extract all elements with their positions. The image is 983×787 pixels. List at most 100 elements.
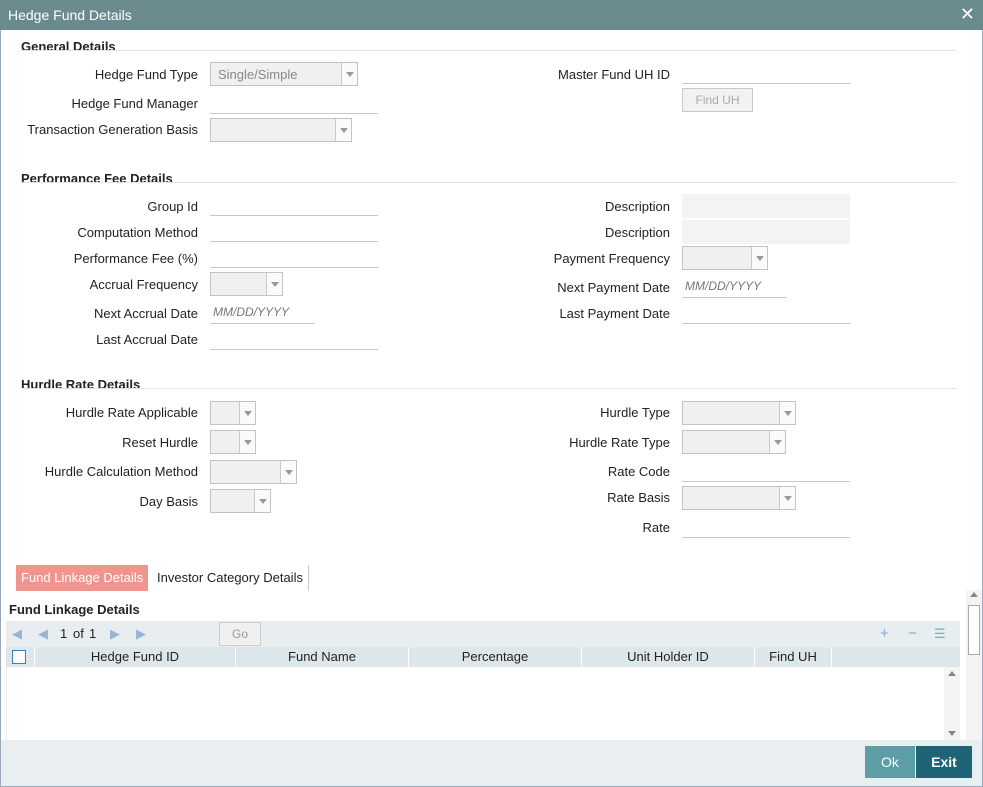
last-page-icon[interactable]: ▶ — [136, 621, 146, 647]
list-view-icon[interactable]: ☰ — [934, 621, 946, 647]
last-accrual-date-input[interactable] — [210, 326, 378, 350]
grid-body — [6, 667, 944, 740]
page-total: 1 — [89, 626, 97, 641]
section-title-performance: Performance Fee Details — [21, 171, 173, 186]
next-payment-date-label: Next Payment Date — [557, 280, 670, 295]
reset-hurdle-select[interactable] — [210, 430, 256, 454]
master-fund-uh-id-input[interactable] — [682, 60, 850, 84]
close-icon[interactable]: ✕ — [960, 4, 975, 24]
ok-button[interactable]: Ok — [865, 746, 915, 778]
chevron-down-icon — [779, 487, 795, 509]
hurdle-type-label: Hurdle Type — [600, 405, 670, 420]
grid-toolbar: ◀​ ◀ 1 of 1 ▶ ▶ Go + − ☰ — [6, 621, 960, 647]
next-accrual-date-label: Next Accrual Date — [93, 306, 198, 321]
rate-code-label: Rate Code — [607, 464, 670, 479]
description-label-2: Description — [604, 225, 670, 240]
delete-row-icon[interactable]: − — [908, 621, 917, 647]
rate-basis-select[interactable] — [682, 486, 796, 510]
grid-header: Hedge Fund ID Fund Name Percentage Unit … — [6, 647, 960, 667]
column-header[interactable]: Hedge Fund ID — [35, 647, 236, 667]
payment-frequency-select[interactable] — [682, 246, 768, 270]
group-id-input[interactable] — [210, 192, 378, 216]
grid-scrollbar[interactable] — [944, 667, 960, 740]
column-header[interactable]: Find UH — [755, 647, 832, 667]
description-label: Description — [604, 199, 670, 214]
hurdle-calculation-method-label: Hurdle Calculation Method — [44, 464, 198, 479]
computation-method-input[interactable] — [210, 218, 378, 242]
master-fund-uh-id-label: Master Fund UH ID — [558, 67, 670, 82]
column-header[interactable]: Fund Name — [236, 647, 409, 667]
scroll-up-icon[interactable] — [970, 592, 978, 597]
hurdle-type-select[interactable] — [682, 401, 796, 425]
performance-fee-input[interactable] — [210, 244, 378, 268]
chevron-down-icon — [266, 273, 282, 295]
page-of: of — [73, 626, 84, 641]
chevron-down-icon — [280, 461, 296, 483]
scrollbar-thumb[interactable] — [968, 605, 980, 655]
last-payment-date-input[interactable] — [682, 300, 850, 324]
chevron-down-icon — [254, 490, 270, 512]
rate-code-input[interactable] — [682, 458, 850, 482]
select-all-checkbox[interactable] — [12, 650, 26, 664]
window-titlebar: Hedge Fund Details ✕ — [0, 0, 983, 30]
hedge-fund-type-label: Hedge Fund Type — [94, 67, 198, 82]
chevron-down-icon — [239, 402, 255, 424]
description-input — [682, 194, 850, 218]
chevron-down-icon — [341, 63, 357, 85]
rate-basis-label: Rate Basis — [607, 490, 670, 505]
chevron-down-icon — [239, 431, 255, 453]
tab-investor-category-details[interactable]: Investor Category Details — [152, 565, 309, 591]
description-input-2 — [682, 220, 850, 244]
hedge-fund-manager-label: Hedge Fund Manager — [71, 96, 198, 111]
transaction-generation-basis-select[interactable] — [210, 118, 352, 142]
rate-label: Rate — [642, 520, 670, 535]
window-title: Hedge Fund Details — [8, 7, 132, 23]
chevron-down-icon — [779, 402, 795, 424]
go-button[interactable]: Go — [219, 622, 261, 646]
next-payment-date-input[interactable] — [682, 274, 787, 298]
hurdle-rate-type-label: Hurdle Rate Type — [569, 435, 670, 450]
chevron-down-icon — [751, 247, 767, 269]
hedge-fund-type-value: Single/Simple — [218, 67, 298, 82]
add-row-icon[interactable]: + — [880, 621, 889, 647]
first-page-icon[interactable]: ◀​ — [12, 621, 22, 647]
column-header[interactable]: Unit Holder ID — [582, 647, 755, 667]
section-divider — [21, 388, 956, 389]
hurdle-rate-applicable-select[interactable] — [210, 401, 256, 425]
chevron-down-icon — [335, 119, 351, 141]
chevron-down-icon — [769, 431, 785, 453]
last-accrual-date-label: Last Accrual Date — [96, 332, 198, 347]
hurdle-rate-type-select[interactable] — [682, 430, 786, 454]
day-basis-select[interactable] — [210, 489, 271, 513]
group-id-label: Group Id — [147, 199, 198, 214]
next-page-icon[interactable]: ▶ — [110, 621, 120, 647]
rate-input[interactable] — [682, 514, 850, 538]
dialog-scrollbar[interactable] — [966, 590, 982, 740]
section-title-general: General Details — [21, 39, 116, 54]
find-uh-button[interactable]: Find UH — [682, 88, 753, 112]
page-current: 1 — [60, 626, 68, 641]
column-header[interactable]: Percentage — [409, 647, 582, 667]
accrual-frequency-label: Accrual Frequency — [89, 277, 198, 292]
section-title-hurdle: Hurdle Rate Details — [21, 377, 141, 392]
hurdle-rate-applicable-label: Hurdle Rate Applicable — [65, 405, 198, 420]
transaction-generation-basis-label: Transaction Generation Basis — [27, 122, 198, 137]
hedge-fund-type-select[interactable]: Single/Simple — [210, 62, 358, 86]
performance-fee-label: Performance Fee (%) — [73, 251, 198, 266]
previous-page-icon[interactable]: ◀ — [38, 621, 48, 647]
scroll-down-icon[interactable] — [948, 731, 956, 736]
grid-title: Fund Linkage Details — [9, 602, 140, 617]
accrual-frequency-select[interactable] — [210, 272, 283, 296]
next-accrual-date-input[interactable] — [210, 300, 315, 324]
select-all-cell — [6, 647, 35, 667]
reset-hurdle-label: Reset Hurdle — [122, 435, 198, 450]
hurdle-calculation-method-select[interactable] — [210, 460, 297, 484]
tab-fund-linkage-details[interactable]: Fund Linkage Details — [16, 565, 149, 591]
hedge-fund-manager-input[interactable] — [210, 90, 378, 114]
payment-frequency-label: Payment Frequency — [553, 251, 670, 266]
day-basis-label: Day Basis — [139, 494, 198, 509]
scroll-up-icon[interactable] — [948, 671, 956, 676]
dialog-footer: Ok Exit — [1, 740, 982, 786]
exit-button[interactable]: Exit — [916, 746, 972, 778]
last-payment-date-label: Last Payment Date — [559, 306, 670, 321]
